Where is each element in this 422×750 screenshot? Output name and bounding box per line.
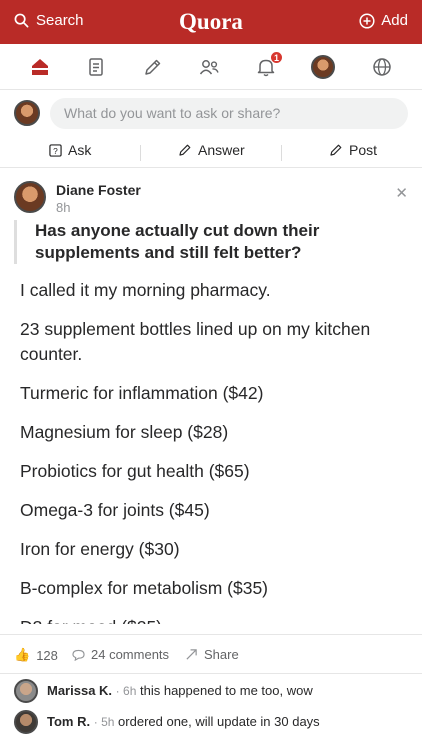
nav-write[interactable] bbox=[140, 54, 166, 80]
engagement-bar: 👍 128 24 comments Share bbox=[0, 634, 422, 674]
answer-paragraph: Iron for energy ($30) bbox=[20, 539, 180, 559]
divider bbox=[281, 145, 282, 161]
post-time: 8h bbox=[56, 200, 71, 215]
nav-profile[interactable] bbox=[310, 54, 336, 80]
notification-badge: 1 bbox=[270, 51, 283, 64]
pencil-icon bbox=[330, 144, 342, 156]
share-label: Share bbox=[204, 647, 239, 662]
comment-text-line: Marissa K. · 6h this happened to me too,… bbox=[47, 683, 313, 698]
composer-row: What do you want to ask or share? bbox=[0, 90, 422, 138]
comment-time: 6h bbox=[123, 684, 137, 698]
commenter-avatar bbox=[14, 710, 38, 734]
user-avatar bbox=[14, 100, 40, 126]
thumbs-up-icon: 👍 bbox=[14, 647, 31, 662]
plus-circle-icon bbox=[359, 12, 375, 29]
answer-paragraph: I called it my morning pharmacy. bbox=[20, 280, 271, 300]
upvote-button[interactable]: 👍 128 bbox=[14, 647, 58, 663]
answer-feed-icon bbox=[89, 58, 103, 76]
pencil-icon bbox=[179, 144, 191, 156]
answer-paragraph: Omega-3 for joints ($45) bbox=[20, 500, 210, 520]
upvote-count: 128 bbox=[36, 647, 58, 663]
commenter-avatar bbox=[14, 679, 38, 703]
comments-button[interactable]: 24 comments bbox=[72, 647, 169, 662]
question-title[interactable]: Has anyone actually cut down their suppl… bbox=[14, 220, 410, 264]
comment-time: 5h bbox=[101, 715, 115, 729]
author-name[interactable]: Diane Foster bbox=[56, 182, 141, 198]
comment-bubble-icon bbox=[72, 649, 85, 661]
answer-label: Answer bbox=[198, 142, 245, 158]
ask-or-share-input[interactable]: What do you want to ask or share? bbox=[50, 98, 408, 129]
comment-body: this happened to me too, wow bbox=[140, 683, 313, 698]
pencil-icon bbox=[145, 59, 161, 75]
comment-item[interactable]: Marissa K. · 6h this happened to me too,… bbox=[0, 675, 422, 705]
author-avatar[interactable] bbox=[14, 181, 46, 213]
top-bar: Search Quora Add bbox=[0, 0, 422, 44]
composer-actions: ? Ask Answer Post bbox=[0, 138, 422, 168]
ask-label: Ask bbox=[68, 142, 92, 158]
post-header: Diane Foster 8h ✕ bbox=[0, 168, 422, 218]
answer-body: I called it my morning pharmacy. 23 supp… bbox=[20, 278, 410, 624]
nav-bar: 1 bbox=[0, 44, 422, 90]
share-arrow-icon bbox=[186, 649, 197, 660]
answer-paragraph: Turmeric for inflammation ($42) bbox=[20, 383, 264, 403]
commenter-name[interactable]: Tom R. bbox=[47, 714, 90, 729]
add-button[interactable]: Add bbox=[359, 12, 408, 29]
globe-icon bbox=[373, 58, 391, 76]
share-button[interactable]: Share bbox=[185, 647, 239, 662]
answer-paragraph: B-complex for metabolism ($35) bbox=[20, 578, 268, 598]
svg-text:?: ? bbox=[53, 145, 58, 155]
nav-notifications[interactable]: 1 bbox=[253, 51, 283, 80]
nav-home[interactable] bbox=[27, 54, 53, 80]
post-button[interactable]: Post bbox=[329, 142, 377, 158]
ask-button[interactable]: ? Ask bbox=[49, 142, 91, 158]
answer-paragraph: D3 for mood ($25) bbox=[20, 615, 410, 624]
comment-text-line: Tom R. · 5h ordered one, will update in … bbox=[47, 714, 320, 729]
home-icon bbox=[32, 59, 48, 75]
divider bbox=[140, 145, 141, 161]
answer-button[interactable]: Answer bbox=[178, 142, 245, 158]
comment-count: 24 comments bbox=[91, 647, 170, 662]
add-label: Add bbox=[381, 12, 408, 29]
nav-language[interactable] bbox=[369, 54, 395, 80]
people-icon bbox=[199, 60, 219, 75]
answer-paragraph: Magnesium for sleep ($28) bbox=[20, 422, 229, 442]
answer-paragraph: Probiotics for gut health ($65) bbox=[20, 461, 250, 481]
close-icon[interactable]: ✕ bbox=[395, 184, 408, 202]
profile-avatar bbox=[311, 55, 335, 79]
question-box-icon: ? bbox=[49, 143, 62, 157]
comment-item[interactable]: Tom R. · 5h ordered one, will update in … bbox=[0, 706, 422, 736]
post-label: Post bbox=[349, 142, 378, 158]
nav-answer-feed[interactable] bbox=[83, 54, 109, 80]
commenter-name[interactable]: Marissa K. bbox=[47, 683, 112, 698]
comment-body: ordered one, will update in 30 days bbox=[118, 714, 320, 729]
nav-spaces[interactable] bbox=[196, 54, 222, 80]
answer-paragraph: 23 supplement bottles lined up on my kit… bbox=[20, 319, 371, 364]
